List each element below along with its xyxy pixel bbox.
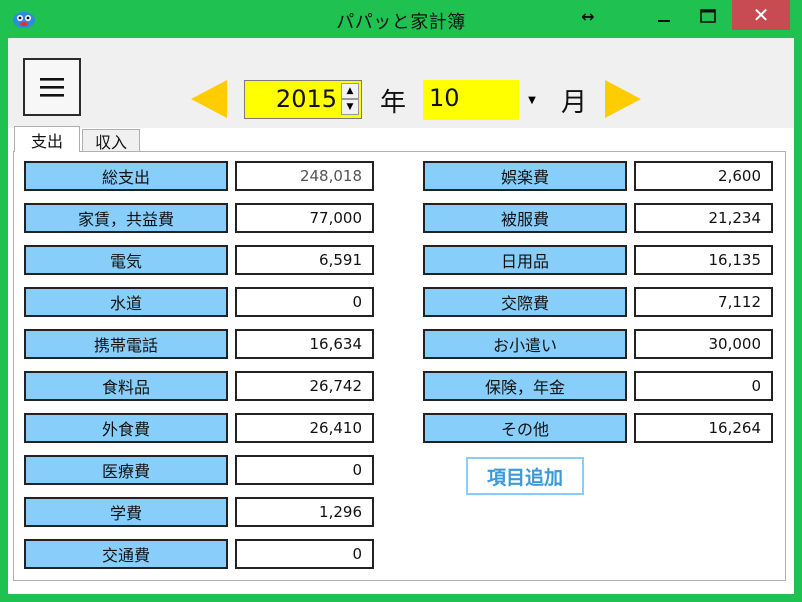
value-clothing[interactable]: 21,234 — [634, 203, 773, 233]
hamburger-menu-icon — [40, 78, 64, 97]
value-dining[interactable]: 26,410 — [235, 413, 374, 443]
value-electricity[interactable]: 6,591 — [235, 245, 374, 275]
minimize-button[interactable] — [645, 2, 683, 30]
category-electricity[interactable]: 電気 — [24, 245, 228, 275]
category-medical[interactable]: 医療費 — [24, 455, 228, 485]
expense-panel: 総支出 248,018 家賃，共益費 77,000 電気 6,591 水道 0 … — [13, 151, 786, 581]
value-entertainment[interactable]: 2,600 — [634, 161, 773, 191]
year-spinner[interactable]: 2015 ▲ ▼ — [244, 80, 362, 119]
category-other[interactable]: その他 — [423, 413, 627, 443]
title-bar[interactable]: パパッと家計簿 ↔ ✕ — [0, 0, 802, 38]
resize-arrow-icon[interactable]: ↔ — [572, 2, 604, 30]
value-insurance[interactable]: 0 — [634, 371, 773, 401]
value-allowance[interactable]: 30,000 — [634, 329, 773, 359]
value-daily-goods[interactable]: 16,135 — [634, 245, 773, 275]
value-rent[interactable]: 77,000 — [235, 203, 374, 233]
value-groceries[interactable]: 26,742 — [235, 371, 374, 401]
category-total[interactable]: 総支出 — [24, 161, 228, 191]
spin-up-icon[interactable]: ▲ — [341, 83, 359, 99]
spin-buttons: ▲ ▼ — [341, 83, 359, 116]
app-window: パパッと家計簿 ↔ ✕ 2015 ▲ ▼ 年 10 ▼ 月 支出 収入 総支出 … — [0, 0, 802, 602]
value-transport[interactable]: 0 — [235, 539, 374, 569]
category-social[interactable]: 交際費 — [423, 287, 627, 317]
previous-month-arrow-icon[interactable] — [191, 80, 227, 118]
minimize-icon — [658, 20, 670, 22]
maximize-button[interactable] — [689, 2, 727, 30]
month-select[interactable]: 10 ▼ — [423, 80, 545, 120]
category-clothing[interactable]: 被服費 — [423, 203, 627, 233]
value-medical[interactable]: 0 — [235, 455, 374, 485]
category-mobile[interactable]: 携帯電話 — [24, 329, 228, 359]
category-dining[interactable]: 外食費 — [24, 413, 228, 443]
value-water[interactable]: 0 — [235, 287, 374, 317]
category-rent[interactable]: 家賃，共益費 — [24, 203, 228, 233]
year-label: 年 — [380, 88, 407, 118]
category-water[interactable]: 水道 — [24, 287, 228, 317]
category-tuition[interactable]: 学費 — [24, 497, 228, 527]
value-total: 248,018 — [235, 161, 374, 191]
category-allowance[interactable]: お小遣い — [423, 329, 627, 359]
close-button[interactable]: ✕ — [732, 0, 790, 30]
add-item-button[interactable]: 項目追加 — [466, 457, 584, 495]
header-bar: 2015 ▲ ▼ 年 10 ▼ 月 — [8, 38, 794, 128]
menu-button[interactable] — [23, 58, 81, 116]
value-tuition[interactable]: 1,296 — [235, 497, 374, 527]
spin-down-icon[interactable]: ▼ — [341, 99, 359, 115]
month-label: 月 — [561, 88, 588, 118]
category-transport[interactable]: 交通費 — [24, 539, 228, 569]
value-social[interactable]: 7,112 — [634, 287, 773, 317]
year-value[interactable]: 2015 — [245, 85, 337, 113]
value-mobile[interactable]: 16,634 — [235, 329, 374, 359]
maximize-icon — [700, 9, 716, 23]
category-insurance[interactable]: 保険，年金 — [423, 371, 627, 401]
client-area: 2015 ▲ ▼ 年 10 ▼ 月 支出 収入 総支出 248,018 家賃，共… — [8, 38, 794, 594]
next-month-arrow-icon[interactable] — [605, 80, 641, 118]
month-value: 10 — [429, 84, 460, 112]
chevron-down-icon[interactable]: ▼ — [519, 80, 545, 120]
tab-income[interactable]: 収入 — [82, 129, 140, 152]
category-groceries[interactable]: 食料品 — [24, 371, 228, 401]
value-other[interactable]: 16,264 — [634, 413, 773, 443]
tab-expense[interactable]: 支出 — [14, 126, 80, 152]
category-entertainment[interactable]: 娯楽費 — [423, 161, 627, 191]
category-daily-goods[interactable]: 日用品 — [423, 245, 627, 275]
